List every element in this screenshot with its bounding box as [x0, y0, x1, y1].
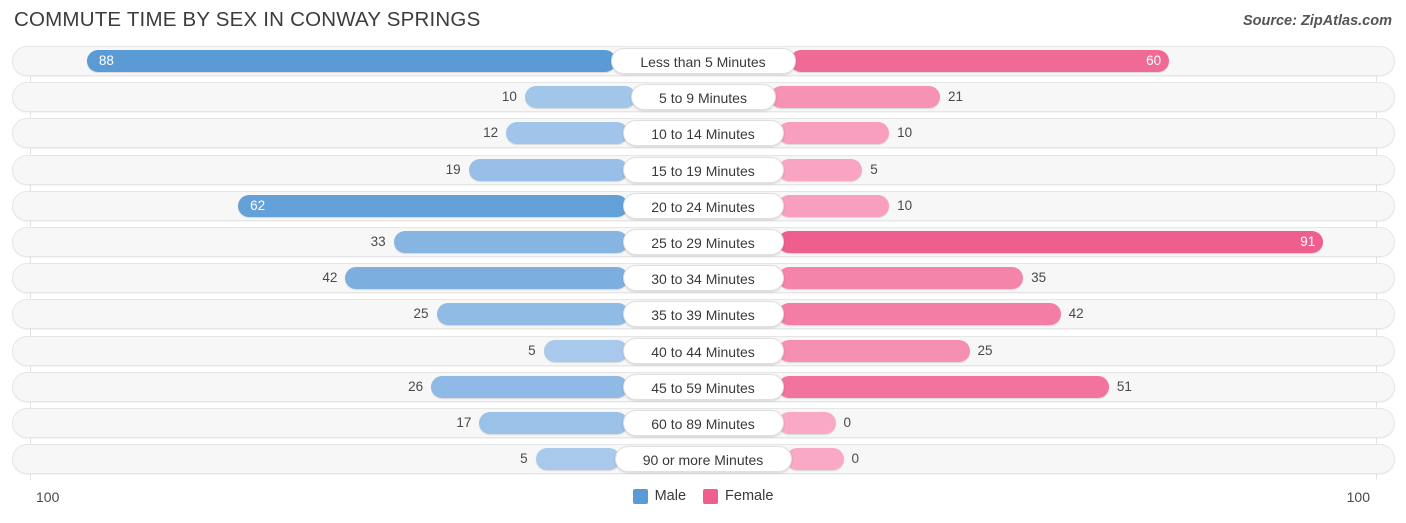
legend-swatch-female-icon: [703, 488, 719, 504]
bar-female[interactable]: [785, 448, 844, 471]
table-row: 26 51 45 to 59 Minutes: [12, 371, 1395, 402]
value-label-female: 35: [1031, 270, 1047, 286]
bar-female[interactable]: [789, 50, 1170, 72]
value-label-male: 33: [370, 234, 386, 249]
table-row: 5 0 90 or more Minutes: [12, 444, 1395, 475]
page-title: COMMUTE TIME BY SEX IN CONWAY SPRINGS: [14, 8, 481, 31]
table-row: 62 10 20 to 24 Minutes: [12, 190, 1395, 221]
table-row: 19 5 15 to 19 Minutes: [12, 154, 1395, 185]
bar-female[interactable]: [777, 375, 1109, 398]
legend-item-female[interactable]: Female: [703, 488, 773, 504]
category-label: Less than 5 Minutes: [610, 48, 796, 74]
table-row: 42 35 30 to 34 Minutes: [12, 263, 1395, 294]
bar-male[interactable]: [436, 303, 629, 326]
bar-male[interactable]: [506, 122, 629, 145]
category-label: 60 to 89 Minutes: [622, 410, 784, 436]
table-row: 17 0 60 to 89 Minutes: [12, 408, 1395, 438]
table-row: 88 60 Less than 5 Minutes: [12, 46, 1395, 76]
chart-header: COMMUTE TIME BY SEX IN CONWAY SPRINGS So…: [0, 0, 1406, 44]
value-label-female: 0: [851, 451, 860, 467]
legend-label-male: Male: [654, 488, 687, 504]
category-label: 20 to 24 Minutes: [622, 192, 784, 219]
value-label-male: 10: [501, 89, 517, 105]
table-row: 12 10 10 to 14 Minutes: [12, 118, 1395, 149]
value-label-male: 12: [483, 125, 499, 141]
bar-female[interactable]: [777, 267, 1024, 290]
diverging-bar-plot: 88 60 Less than 5 Minutes 10 21 5 to 9 Minute…: [12, 46, 1395, 480]
bar-male[interactable]: [393, 231, 629, 253]
category-label: 90 or more Minutes: [614, 446, 792, 473]
bar-female[interactable]: [777, 303, 1061, 326]
bar-female[interactable]: [769, 86, 941, 109]
bar-female[interactable]: [777, 412, 836, 434]
source-attribution: Source: ZipAtlas.com: [1242, 13, 1392, 29]
category-label: 45 to 59 Minutes: [622, 373, 784, 400]
table-row: 25 42 35 to 39 Minutes: [12, 299, 1395, 330]
bar-male[interactable]: [524, 86, 637, 109]
category-label: 25 to 29 Minutes: [622, 229, 784, 255]
bar-male[interactable]: [535, 448, 621, 471]
category-label: 35 to 39 Minutes: [622, 301, 784, 328]
bar-male[interactable]: [479, 412, 629, 434]
value-label-male: 19: [445, 161, 461, 177]
bar-female[interactable]: [777, 158, 863, 181]
value-label-female: 10: [897, 197, 913, 213]
chart-footer: 100 100 Male Female: [0, 480, 1406, 523]
bar-female[interactable]: [777, 231, 1324, 253]
legend: Male Female: [0, 488, 1406, 504]
value-label-female: 10: [897, 125, 913, 141]
bar-female[interactable]: [777, 194, 890, 217]
table-row: 33 91 25 to 29 Minutes: [12, 227, 1395, 257]
value-label-female: 0: [843, 415, 852, 430]
value-label-male: 26: [408, 378, 424, 394]
value-label-male: 25: [413, 306, 429, 322]
value-label-female: 51: [1116, 378, 1132, 394]
value-label-female: 60: [1146, 53, 1162, 68]
value-label-male: 5: [528, 342, 536, 358]
value-label-female: 21: [948, 89, 964, 105]
legend-swatch-male-icon: [632, 488, 648, 504]
value-label-female: 25: [977, 342, 993, 358]
bar-male[interactable]: [86, 50, 617, 72]
bar-male[interactable]: [345, 267, 629, 290]
bar-male[interactable]: [431, 375, 629, 398]
legend-item-male[interactable]: Male: [632, 488, 687, 504]
value-label-male: 88: [98, 53, 114, 68]
legend-label-female: Female: [725, 488, 774, 504]
value-label-male: 17: [456, 415, 472, 430]
value-label-female: 42: [1068, 306, 1084, 322]
value-label-female: 5: [870, 161, 878, 177]
table-row: 5 25 40 to 44 Minutes: [12, 335, 1395, 366]
category-label: 15 to 19 Minutes: [622, 156, 784, 183]
bar-male[interactable]: [543, 339, 629, 362]
value-label-male: 5: [520, 451, 528, 467]
value-label-male: 42: [322, 270, 338, 286]
bar-male[interactable]: [238, 194, 629, 217]
bar-female[interactable]: [777, 122, 890, 145]
table-row: 10 21 5 to 9 Minutes: [12, 82, 1395, 113]
category-label: 30 to 34 Minutes: [622, 265, 784, 292]
category-label: 40 to 44 Minutes: [622, 337, 784, 364]
category-label: 10 to 14 Minutes: [622, 120, 784, 147]
category-label: 5 to 9 Minutes: [630, 84, 776, 111]
value-label-female: 91: [1300, 234, 1316, 249]
bar-male[interactable]: [468, 158, 629, 181]
value-label-male: 62: [250, 197, 266, 213]
bar-female[interactable]: [777, 339, 970, 362]
